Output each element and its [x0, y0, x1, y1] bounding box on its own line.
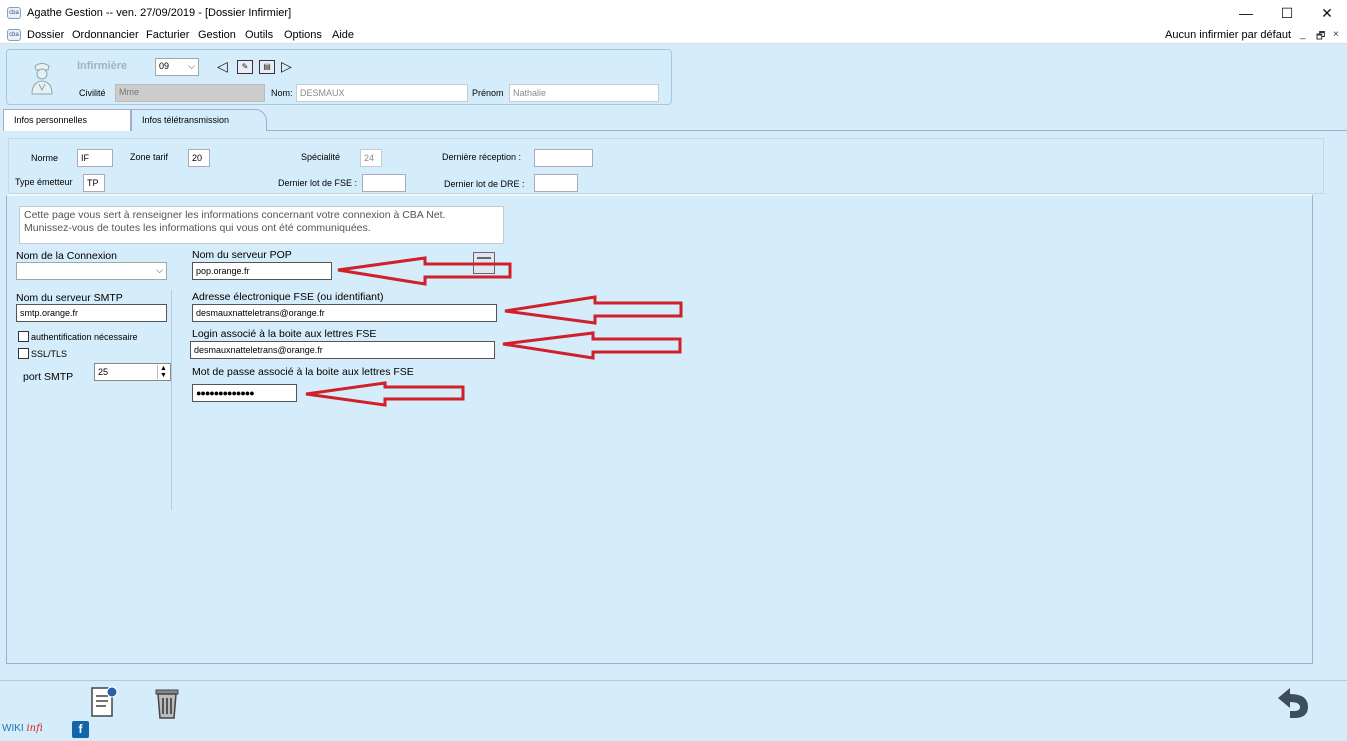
- annotation-arrow-email: [504, 295, 683, 325]
- new-document-icon[interactable]: [88, 686, 120, 718]
- window-title: Agathe Gestion -- ven. 27/09/2019 - [Dos…: [27, 7, 292, 19]
- minimize-button[interactable]: —: [1223, 0, 1269, 26]
- wiki-infi-link[interactable]: WIKI infi: [2, 723, 43, 734]
- app-logo-icon: cba: [7, 7, 21, 19]
- menu-outils[interactable]: Outils: [245, 29, 273, 41]
- back-arrow-icon[interactable]: [1274, 686, 1314, 720]
- mdi-close-button[interactable]: ×: [1333, 29, 1339, 40]
- menu-bar: cba Dossier Ordonnancier Facturier Gesti…: [0, 26, 1347, 44]
- annotation-arrow-password: [305, 381, 465, 407]
- close-button[interactable]: ✕: [1304, 0, 1347, 26]
- default-nurse-status: Aucun infirmier par défaut: [1165, 29, 1291, 41]
- facebook-icon[interactable]: f: [72, 721, 89, 738]
- menu-facturier[interactable]: Facturier: [146, 29, 189, 41]
- wiki-label: WIKI: [2, 723, 24, 734]
- menu-dossier[interactable]: Dossier: [27, 29, 64, 41]
- bottom-toolbar: [0, 680, 1347, 741]
- menu-ordonnancier[interactable]: Ordonnancier: [72, 29, 139, 41]
- annotation-arrows: [305, 256, 683, 407]
- menu-aide[interactable]: Aide: [332, 29, 354, 41]
- mdi-minimize-button[interactable]: _: [1300, 29, 1306, 40]
- menu-gestion[interactable]: Gestion: [198, 29, 236, 41]
- title-bar: cba Agathe Gestion -- ven. 27/09/2019 - …: [0, 0, 1347, 26]
- client-area: Infirmière 09 ⌵ ◁ ✎ ▤ ▷ Civilité Mme Nom…: [0, 44, 1347, 741]
- mdi-app-icon[interactable]: cba: [7, 29, 21, 41]
- annotation-arrow-login: [502, 331, 682, 360]
- annotation-arrow-pop: [337, 256, 512, 286]
- trash-icon[interactable]: [152, 686, 182, 720]
- menu-options[interactable]: Options: [284, 29, 322, 41]
- wiki-suffix: infi: [26, 723, 43, 734]
